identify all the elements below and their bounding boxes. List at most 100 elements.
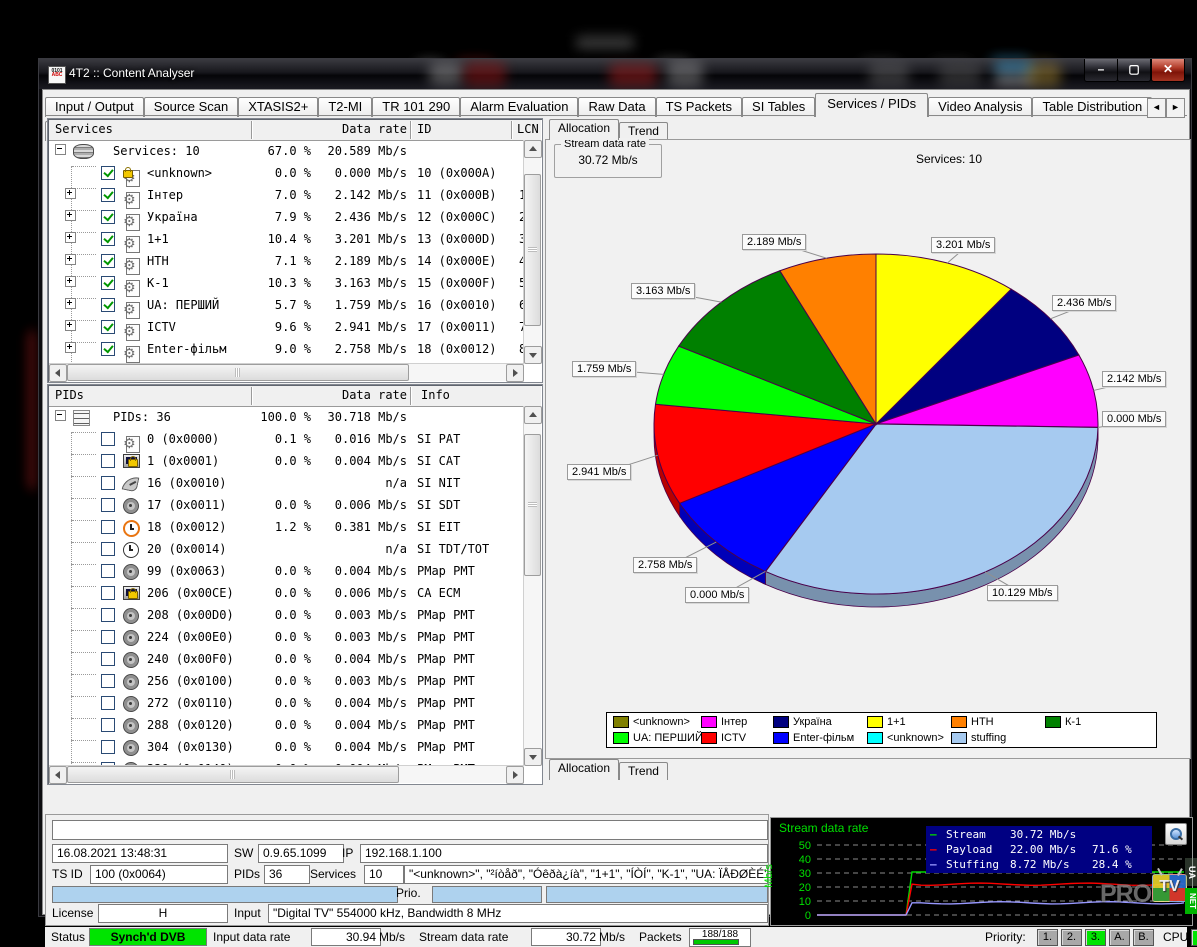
service-checkbox-checked[interactable] <box>101 342 115 356</box>
maximize-button[interactable]: ▢ <box>1117 59 1151 82</box>
expand-button[interactable] <box>65 298 76 309</box>
pid-checkbox-unchecked[interactable] <box>101 520 115 534</box>
services-horizontal-scrollbar[interactable] <box>49 363 524 381</box>
column-header-data-rate[interactable]: Data rate <box>307 122 407 136</box>
tree-root-row[interactable]: Services: 1067.0 %20.589 Mb/s <box>49 140 524 162</box>
scroll-down-button[interactable] <box>524 748 542 766</box>
collapse-expander[interactable] <box>55 144 66 155</box>
scroll-thumb[interactable] <box>524 174 541 326</box>
pid-checkbox-unchecked[interactable] <box>101 696 115 710</box>
service-checkbox-checked[interactable] <box>101 254 115 268</box>
pid-checkbox-unchecked[interactable] <box>101 630 115 644</box>
services-vertical-scrollbar[interactable] <box>523 140 541 364</box>
tree-root-row[interactable]: PIDs: 36100.0 %30.718 Mb/s <box>49 406 524 428</box>
tab-t2-mi[interactable]: T2-MI <box>318 97 372 117</box>
tab-tr-101-290[interactable]: TR 101 290 <box>372 97 460 117</box>
column-header-pids[interactable]: PIDs <box>55 388 84 402</box>
pid-checkbox-unchecked[interactable] <box>101 740 115 754</box>
service-checkbox-checked[interactable] <box>101 188 115 202</box>
pid-checkbox-unchecked[interactable] <box>101 564 115 578</box>
expand-button[interactable] <box>65 320 76 331</box>
magnifier-button[interactable] <box>1165 823 1187 845</box>
subtab-trend[interactable]: Trend <box>619 762 668 780</box>
pid-row[interactable]: 272 (0x0110)0.0 %0.004 Mb/sPMap PMT <box>49 692 524 714</box>
pid-row[interactable]: 208 (0x00D0)0.0 %0.003 Mb/sPMap PMT <box>49 604 524 626</box>
scroll-down-button[interactable] <box>524 346 542 364</box>
collapse-expander[interactable] <box>55 410 66 421</box>
pid-checkbox-unchecked[interactable] <box>101 432 115 446</box>
service-row[interactable]: ⚙Україна7.9 %2.436 Mb/s12 (0x000C)2 <box>49 206 524 228</box>
pid-row[interactable]: 224 (0x00E0)0.0 %0.003 Mb/sPMap PMT <box>49 626 524 648</box>
service-checkbox-checked[interactable] <box>101 232 115 246</box>
tab-scroll-left-button[interactable]: ◄ <box>1147 98 1166 118</box>
pid-checkbox-unchecked[interactable] <box>101 652 115 666</box>
message-field[interactable] <box>52 820 768 840</box>
scroll-left-button[interactable] <box>49 364 67 382</box>
service-row[interactable]: ⚙НТН7.1 %2.189 Mb/s14 (0x000E)4 <box>49 250 524 272</box>
subtab-allocation[interactable]: Allocation <box>549 759 619 780</box>
expand-button[interactable] <box>65 254 76 265</box>
pid-row[interactable]: 240 (0x00F0)0.0 %0.004 Mb/sPMap PMT <box>49 648 524 670</box>
pid-row[interactable]: 99 (0x0063)0.0 %0.004 Mb/sPMap PMT <box>49 560 524 582</box>
pid-row[interactable]: 256 (0x0100)0.0 %0.003 Mb/sPMap PMT <box>49 670 524 692</box>
scroll-thumb[interactable] <box>67 766 399 783</box>
tab-alarm-evaluation[interactable]: Alarm Evaluation <box>460 97 578 117</box>
column-header-lcn[interactable]: LCN <box>517 122 539 136</box>
pid-row[interactable]: 206 (0x00CE)0.0 %0.006 Mb/sCA ECM <box>49 582 524 604</box>
pid-checkbox-unchecked[interactable] <box>101 586 115 600</box>
service-row[interactable]: ⚙ICTV9.6 %2.941 Mb/s17 (0x0011)7 <box>49 316 524 338</box>
scroll-thumb[interactable] <box>67 364 409 381</box>
expand-button[interactable] <box>65 188 76 199</box>
scroll-right-button[interactable] <box>506 766 524 784</box>
service-checkbox-checked[interactable] <box>101 210 115 224</box>
tab-raw-data[interactable]: Raw Data <box>578 97 655 117</box>
scroll-up-button[interactable] <box>524 140 542 158</box>
pid-checkbox-unchecked[interactable] <box>101 454 115 468</box>
expand-button[interactable] <box>65 210 76 221</box>
pid-row[interactable]: 288 (0x0120)0.0 %0.004 Mb/sPMap PMT <box>49 714 524 736</box>
tab-video-analysis[interactable]: Video Analysis <box>928 97 1032 117</box>
services-table-header[interactable]: Services Data rate ID LCN <box>49 120 541 141</box>
scroll-up-button[interactable] <box>524 406 542 424</box>
column-header-id[interactable]: ID <box>417 122 431 136</box>
service-row[interactable]: ⚙<unknown>0.0 %0.000 Mb/s10 (0x000A) <box>49 162 524 184</box>
scroll-left-button[interactable] <box>49 766 67 784</box>
tab-input-output[interactable]: Input / Output <box>45 97 144 117</box>
column-header-data-rate[interactable]: Data rate <box>307 388 407 402</box>
tab-ts-packets[interactable]: TS Packets <box>656 97 742 117</box>
scroll-right-button[interactable] <box>506 364 524 382</box>
pids-vertical-scrollbar[interactable] <box>523 406 541 766</box>
service-checkbox-checked[interactable] <box>101 320 115 334</box>
pid-checkbox-unchecked[interactable] <box>101 674 115 688</box>
tab-services-pids[interactable]: Services / PIDs <box>815 93 928 117</box>
pid-row[interactable]: 20 (0x0014)n/aSI TDT/TOT <box>49 538 524 560</box>
tab-si-tables[interactable]: SI Tables <box>742 97 815 117</box>
pid-checkbox-unchecked[interactable] <box>101 608 115 622</box>
subtab-allocation[interactable]: Allocation <box>549 119 619 140</box>
expand-button[interactable] <box>65 342 76 353</box>
column-header-info[interactable]: Info <box>421 388 450 402</box>
tab-table-distribution[interactable]: Table Distribution <box>1032 97 1152 117</box>
pid-row[interactable]: 16 (0x0010)n/aSI NIT <box>49 472 524 494</box>
service-row[interactable]: ⚙UA: ПЕРШИЙ5.7 %1.759 Mb/s16 (0x0010)6 <box>49 294 524 316</box>
service-row[interactable]: ⚙1+110.4 %3.201 Mb/s13 (0x000D)3 <box>49 228 524 250</box>
tab-source-scan[interactable]: Source Scan <box>144 97 238 117</box>
pid-row[interactable]: 304 (0x0130)0.0 %0.004 Mb/sPMap PMT <box>49 736 524 758</box>
scroll-thumb[interactable] <box>524 434 541 576</box>
service-row[interactable]: ⚙К-110.3 %3.163 Mb/s15 (0x000F)5 <box>49 272 524 294</box>
minimize-button[interactable]: – <box>1084 59 1118 82</box>
pids-table-header[interactable]: PIDs Data rate Info <box>49 386 541 407</box>
expand-button[interactable] <box>65 232 76 243</box>
tab-scroll-right-button[interactable]: ► <box>1166 98 1185 118</box>
pid-checkbox-unchecked[interactable] <box>101 542 115 556</box>
close-button[interactable]: ✕ <box>1151 59 1185 82</box>
service-checkbox-checked[interactable] <box>101 166 115 180</box>
pid-row[interactable]: 1 (0x0001)0.0 %0.004 Mb/sSI CAT <box>49 450 524 472</box>
pid-checkbox-unchecked[interactable] <box>101 498 115 512</box>
pid-checkbox-unchecked[interactable] <box>101 476 115 490</box>
pid-checkbox-unchecked[interactable] <box>101 718 115 732</box>
service-row[interactable]: ⚙Enter-фільм9.0 %2.758 Mb/s18 (0x0012)8 <box>49 338 524 360</box>
expand-button[interactable] <box>65 276 76 287</box>
service-row[interactable]: ⚙Інтер7.0 %2.142 Mb/s11 (0x000B)1 <box>49 184 524 206</box>
pid-row[interactable]: ⚙0 (0x0000)0.1 %0.016 Mb/sSI PAT <box>49 428 524 450</box>
